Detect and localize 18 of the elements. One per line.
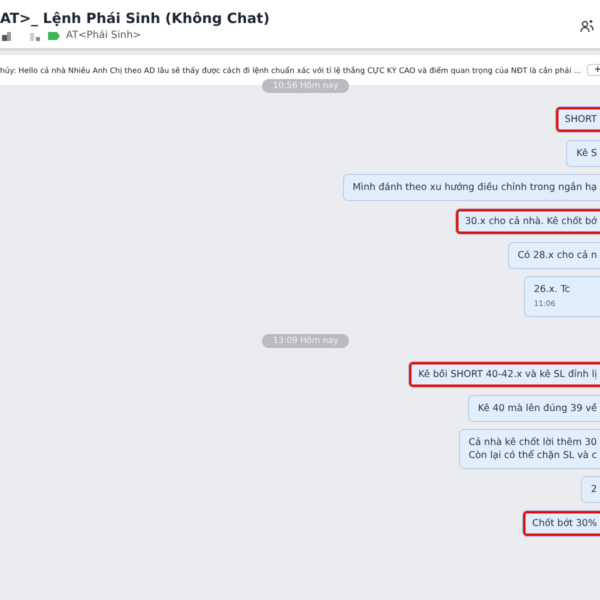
message-text: Chốt bớt 30% — [532, 517, 597, 530]
message-text: Mình đánh theo xu hướng điều chỉnh trong ngắn hạ — [352, 181, 597, 194]
tag-icon — [48, 32, 60, 40]
date-chip: 13:09 Hôm nay — [262, 334, 350, 348]
chat-title: AT>_ Lệnh Phái Sinh (Không Chat) — [0, 11, 271, 27]
message-text: Cả nhà kê chốt lời thêm 30 Còn lại có thể chặn SL và c — [468, 436, 597, 462]
message-text: Kê bồi SHORT 40-42.x và kê SL đỉnh lị — [418, 368, 597, 381]
message-text: SHORT — [564, 113, 597, 126]
message-text: Kê 40 mà lên đúng 39 về — [478, 402, 597, 415]
date-chip: 10:56 Hôm nay — [262, 79, 350, 93]
add-member-icon[interactable] — [580, 19, 594, 33]
message-text: Kê S — [576, 147, 597, 160]
group-tag: AT<Phái Sinh> — [66, 30, 142, 41]
message-text: 2 — [590, 483, 597, 496]
message-text: 26.x. Tc — [534, 283, 570, 296]
message-text: 30.x cho cả nhà. Kê chốt bớ — [464, 215, 597, 228]
avatar-icon — [0, 30, 42, 40]
message-text: Có 28.x cho cả n — [518, 249, 597, 262]
